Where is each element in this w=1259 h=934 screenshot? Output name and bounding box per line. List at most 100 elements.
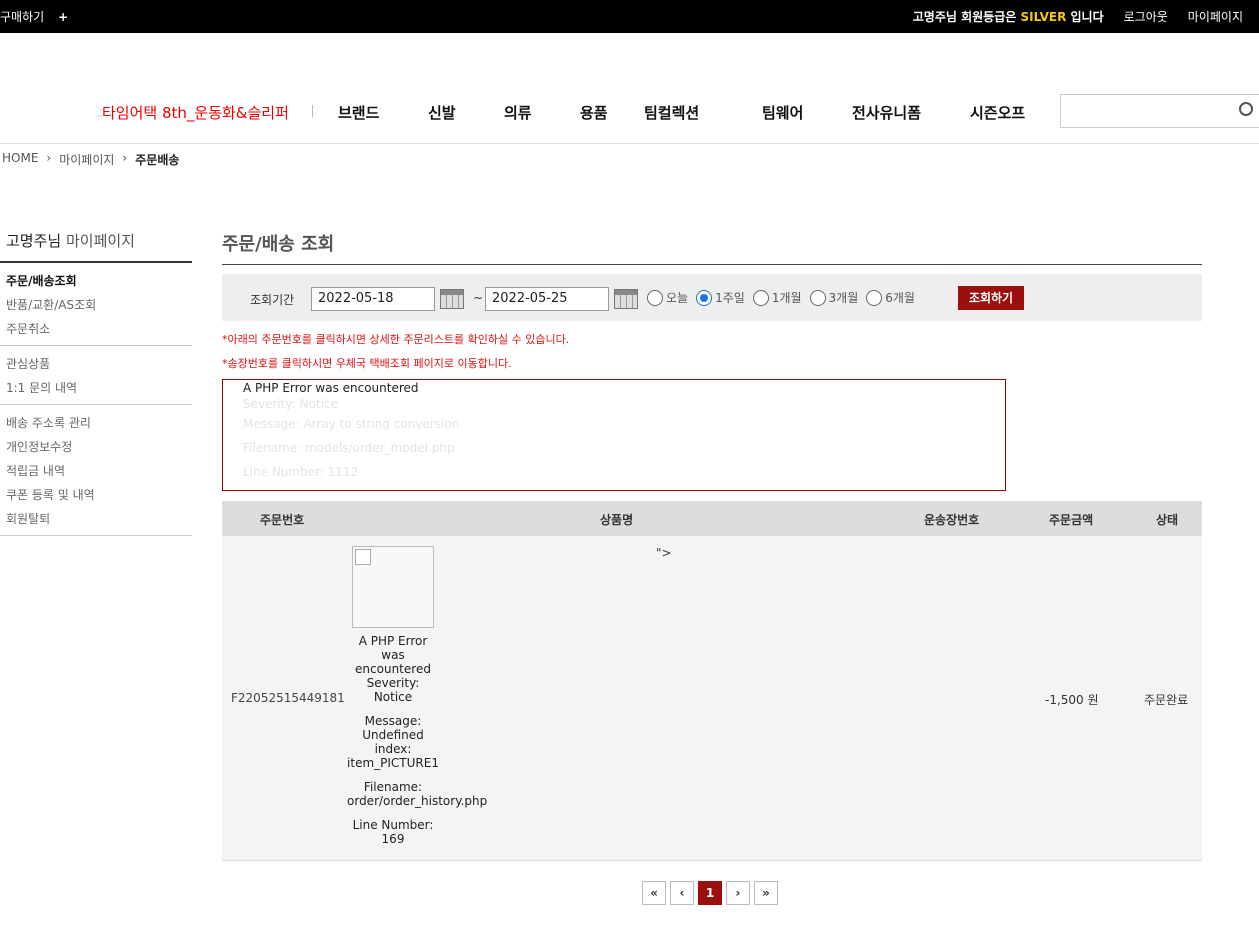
member-grade: SILVER — [1020, 10, 1067, 24]
member-greeting: 고명주님 회원등급은 SILVER 입니다 — [913, 8, 1104, 25]
menu-teamwear[interactable]: 팀웨어 — [762, 102, 852, 123]
error-line: Line Number: 1112 — [243, 465, 359, 479]
order-number-link[interactable]: F22052515449181 — [231, 691, 345, 705]
date-filter: 조회기간 2022-05-18 ~ 2022-05-25 오늘 1주일 1개월 … — [222, 274, 1202, 321]
product-error-message: Message: Undefined index: item_PICTURE1 — [347, 714, 439, 770]
table-header: 주문번호 상품명 운송장번호 주문금액 상태 — [222, 501, 1202, 536]
buy-link[interactable]: 구매하기 — [0, 10, 44, 24]
chevron-right-icon: › — [46, 151, 52, 165]
nav-divider — [312, 105, 313, 117]
mypage-link[interactable]: 마이페이지 — [1188, 8, 1243, 25]
range-today[interactable]: 오늘 — [647, 289, 688, 306]
end-date-input[interactable]: 2022-05-25 — [485, 287, 609, 311]
sidebar-item-cancel[interactable]: 주문취소 — [6, 317, 192, 341]
table-row: F22052515449181 A PHP Error was encounte… — [222, 536, 1202, 861]
search-icon[interactable] — [1239, 102, 1253, 116]
col-invoice: 운송장번호 — [924, 513, 980, 527]
range-6months[interactable]: 6개월 — [866, 289, 915, 306]
radio-icon[interactable] — [809, 289, 826, 306]
main-menu: 브랜드 신발 의류 용품 팀컬렉션 팀웨어 전사유니폼 시즌오프 — [338, 102, 1050, 123]
date-separator: ~ — [473, 291, 484, 305]
col-amount: 주문금액 — [1049, 513, 1094, 527]
range-1month[interactable]: 1개월 — [752, 289, 802, 306]
top-bar: 구매하기 + 고명주님 회원등급은 SILVER 입니다 로그아웃 마이페이지 — [0, 0, 1259, 33]
sidebar-item-returns[interactable]: 반품/교환/AS조회 — [6, 293, 192, 317]
sidebar-item-wishlist[interactable]: 관심상품 — [6, 352, 192, 376]
sidebar-title: 고명주님 마이페이지 — [0, 230, 192, 263]
main-content: 주문/배송 조회 조회기간 2022-05-18 ~ 2022-05-25 오늘… — [222, 230, 1202, 861]
greet-prefix: 고명주님 회원등급은 — [912, 10, 1017, 24]
top-bar-right: 고명주님 회원등급은 SILVER 입니다 로그아웃 마이페이지 — [913, 8, 1243, 25]
sidebar: 고명주님 마이페이지 주문/배송조회 반품/교환/AS조회 주문취소 관심상품 … — [0, 230, 192, 536]
notice-invoice-click: *송장번호를 클릭하시면 우체국 택배조회 페이지로 이동합니다. — [222, 357, 512, 370]
range-label: 오늘 — [666, 291, 689, 305]
product-error-line: Line Number: 169 — [352, 818, 434, 846]
range-1week[interactable]: 1주일 — [696, 289, 745, 306]
sidebar-group-account: 배송 주소록 관리 개인정보수정 적립금 내역 쿠폰 등록 및 내역 회원탈퇴 — [0, 405, 192, 536]
range-label: 3개월 — [828, 291, 859, 305]
error-filename: Filename: models/order_model.php — [243, 441, 455, 455]
range-3months[interactable]: 3개월 — [809, 289, 859, 306]
radio-selected-icon[interactable] — [696, 289, 713, 306]
menu-team-collection[interactable]: 팀컬렉션 — [644, 102, 762, 123]
radio-icon[interactable] — [866, 289, 883, 306]
product-thumbnail[interactable] — [352, 546, 434, 628]
sidebar-title-name: 고명주님 — [6, 232, 62, 250]
promo-link[interactable]: 타임어택 8th_운동화&슬리퍼 — [102, 102, 289, 123]
product-error-head: A PHP Error was encountered Severity: No… — [355, 634, 431, 704]
sidebar-item-addresses[interactable]: 배송 주소록 관리 — [6, 411, 192, 435]
sidebar-group-interest: 관심상품 1:1 문의 내역 — [0, 346, 192, 405]
menu-equipment[interactable]: 용품 — [580, 102, 644, 123]
calendar-icon[interactable] — [614, 289, 638, 309]
top-bar-left: 구매하기 + — [0, 8, 68, 25]
next-page-button[interactable]: › — [726, 881, 750, 905]
product-error-filename: Filename: order/order_history.php — [347, 780, 488, 808]
start-date-input[interactable]: 2022-05-18 — [311, 287, 435, 311]
sidebar-item-withdraw[interactable]: 회원탈퇴 — [6, 507, 192, 531]
col-order-no: 주문번호 — [260, 513, 305, 527]
order-status: 주문완료 — [1144, 693, 1189, 707]
sidebar-item-inquiries[interactable]: 1:1 문의 내역 — [6, 376, 192, 400]
notice-order-click: *아래의 주문번호를 클릭하시면 상세한 주문리스트를 확인하실 수 있습니다. — [222, 333, 570, 346]
page-title: 주문/배송 조회 — [222, 230, 1202, 265]
prev-page-button[interactable]: ‹ — [670, 881, 694, 905]
chevron-right-icon: › — [122, 151, 128, 165]
php-error-box: A PHP Error was encountered Severity: No… — [222, 379, 1006, 491]
menu-season-off[interactable]: 시즌오프 — [970, 102, 1050, 123]
calendar-icon[interactable] — [440, 289, 464, 309]
search-input[interactable] — [1060, 94, 1259, 128]
filter-label: 조회기간 — [250, 293, 295, 307]
last-page-button[interactable]: » — [754, 881, 778, 905]
error-message: Message: Array to string conversion — [243, 417, 460, 431]
range-label: 6개월 — [885, 291, 915, 305]
breadcrumb-home[interactable]: HOME — [2, 151, 38, 168]
col-status: 상태 — [1156, 513, 1179, 527]
logout-link[interactable]: 로그아웃 — [1124, 8, 1168, 25]
sidebar-item-coupons[interactable]: 쿠폰 등록 및 내역 — [6, 483, 192, 507]
sidebar-item-points[interactable]: 적립금 내역 — [6, 459, 192, 483]
search-button[interactable]: 조회하기 — [958, 286, 1024, 310]
menu-uniform[interactable]: 전사유니폼 — [852, 102, 970, 123]
error-head: A PHP Error was encountered — [243, 381, 419, 395]
plus-icon[interactable]: + — [58, 10, 68, 24]
first-page-button[interactable]: « — [642, 881, 666, 905]
sidebar-item-order-tracking[interactable]: 주문/배송조회 — [6, 269, 192, 293]
range-radios: 오늘 1주일 1개월 3개월 6개월 — [647, 289, 915, 306]
greet-suffix: 입니다 — [1070, 10, 1104, 24]
menu-brand[interactable]: 브랜드 — [338, 102, 428, 123]
error-severity: Severity: Notice — [243, 397, 338, 411]
menu-shoes[interactable]: 신발 — [428, 102, 504, 123]
sidebar-item-profile[interactable]: 개인정보수정 — [6, 435, 192, 459]
global-nav: 타임어택 8th_운동화&슬리퍼 브랜드 신발 의류 용품 팀컬렉션 팀웨어 전… — [0, 90, 1259, 134]
radio-icon[interactable] — [647, 289, 663, 306]
order-table: 주문번호 상품명 운송장번호 주문금액 상태 F22052515449181 A… — [222, 501, 1202, 861]
menu-apparel[interactable]: 의류 — [504, 102, 580, 123]
breadcrumb-mypage[interactable]: 마이페이지 — [59, 151, 114, 168]
stray-markup: "> — [656, 546, 672, 560]
page-1-button[interactable]: 1 — [698, 881, 722, 905]
radio-icon[interactable] — [752, 289, 769, 306]
product-error: A PHP Error was encountered Severity: No… — [347, 634, 488, 856]
breadcrumb: HOME › 마이페이지 › 주문배송 — [2, 151, 179, 168]
sidebar-group-orders: 주문/배송조회 반품/교환/AS조회 주문취소 — [0, 263, 192, 346]
breadcrumb-current: 주문배송 — [135, 153, 180, 167]
